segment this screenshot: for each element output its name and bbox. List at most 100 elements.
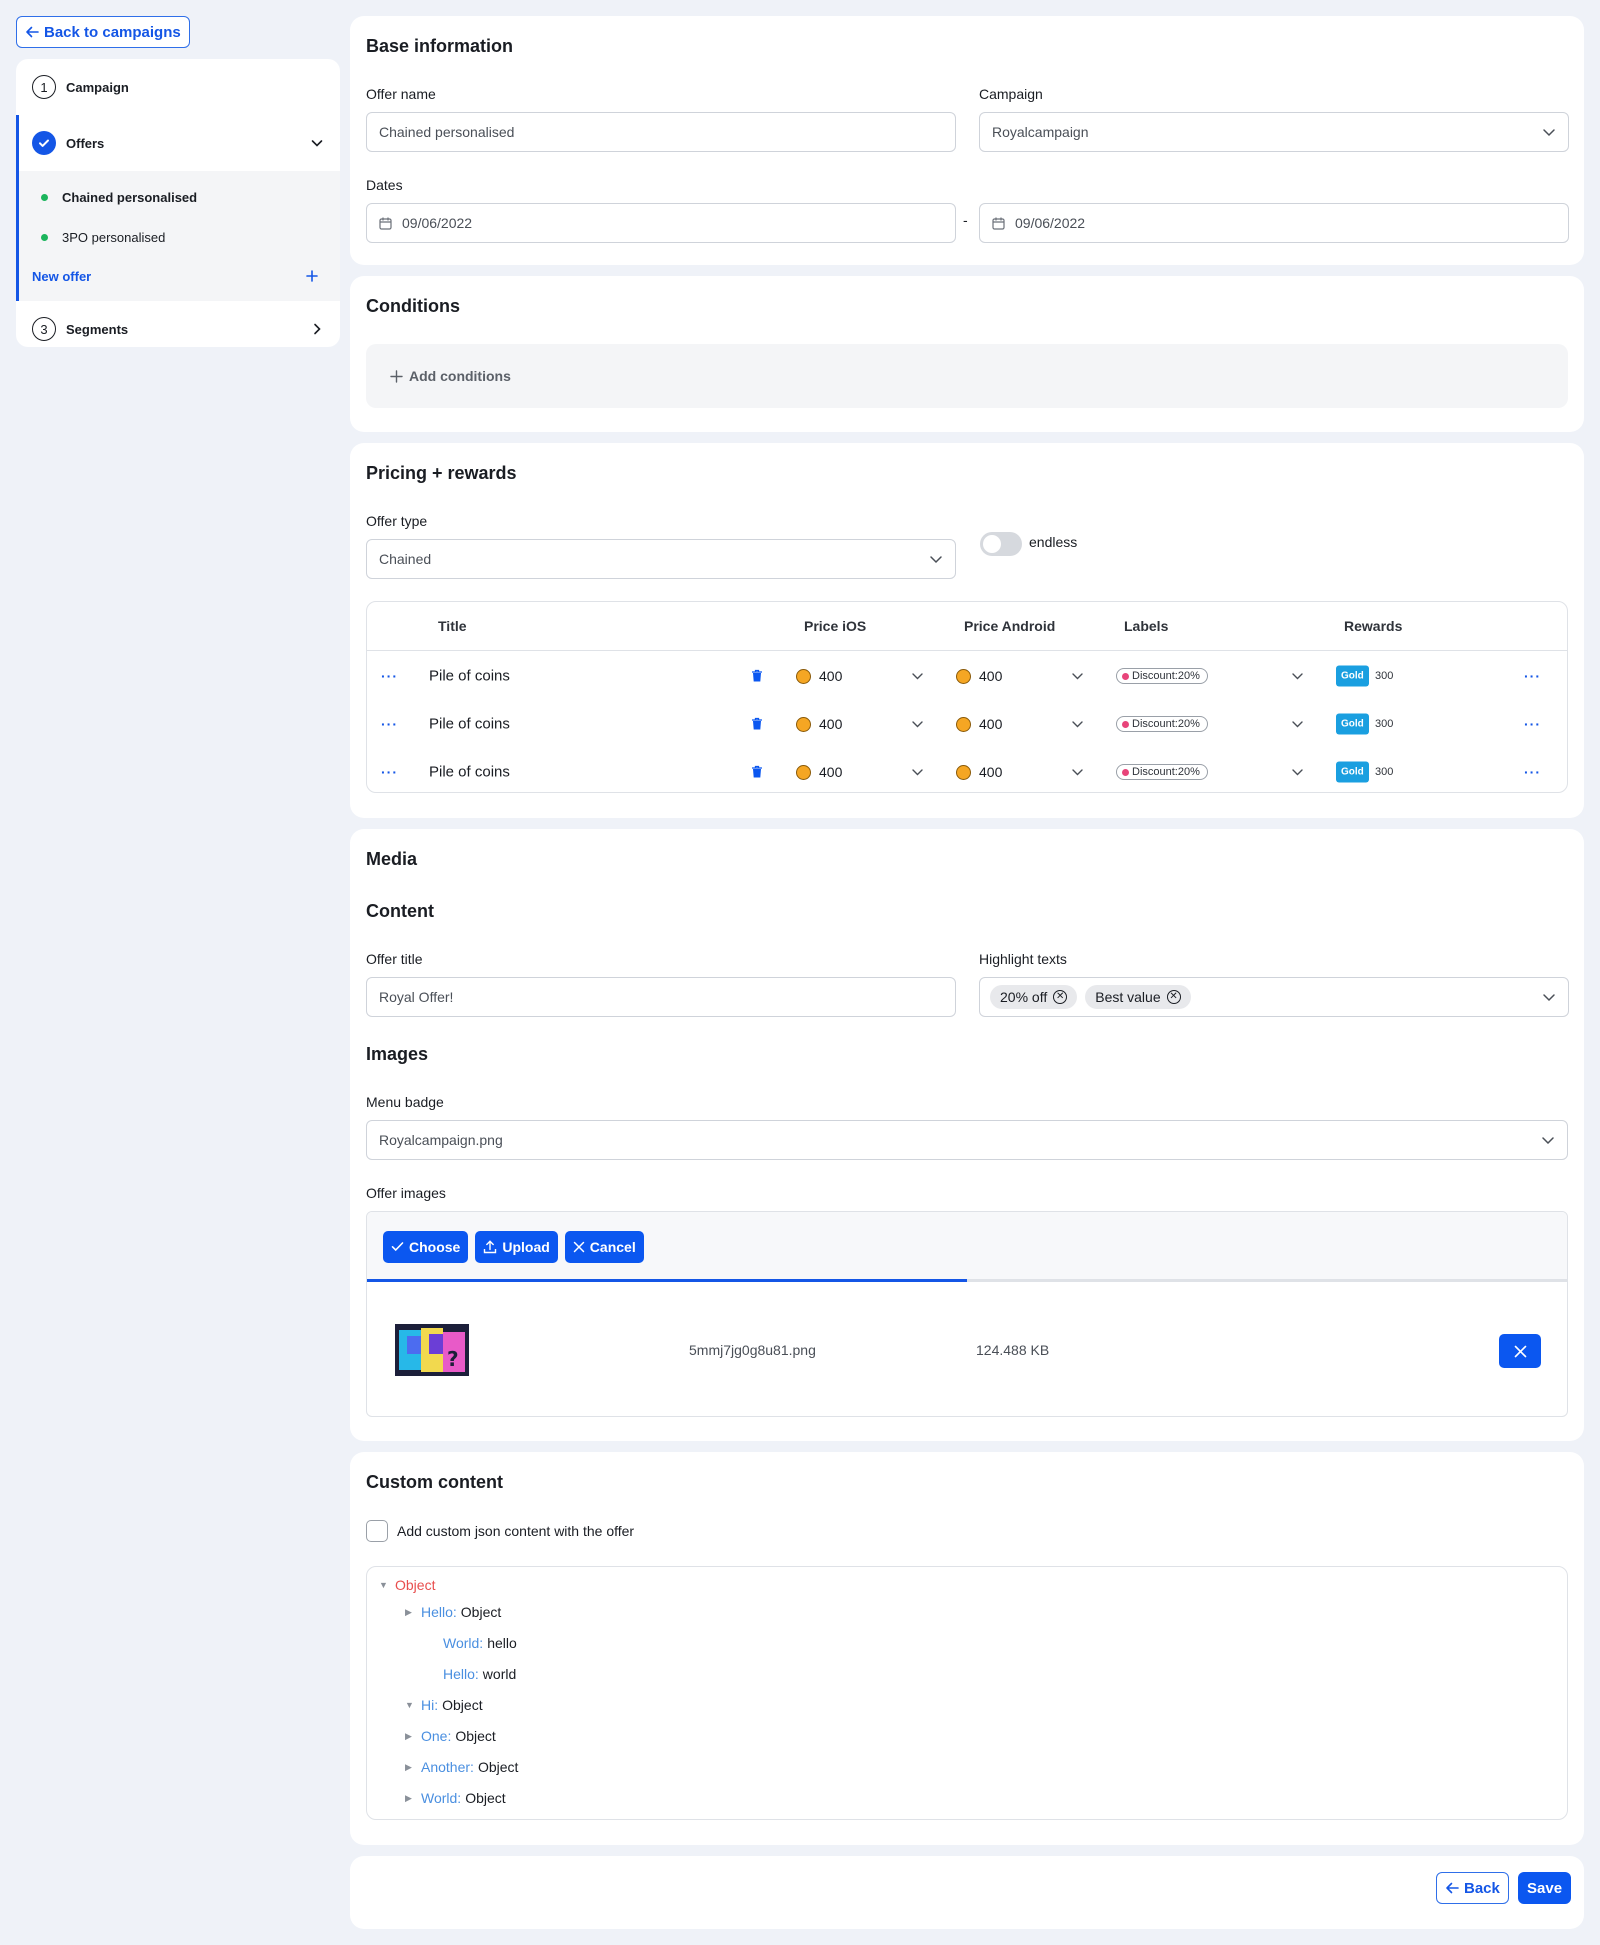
file-thumbnail: ? bbox=[395, 1324, 469, 1376]
caret-right-icon: ▶ bbox=[405, 1792, 412, 1803]
step-campaign[interactable]: 1 Campaign bbox=[16, 59, 340, 115]
label-chip: Discount:20% bbox=[1116, 764, 1208, 780]
back-to-campaigns-link[interactable]: Back to campaigns bbox=[16, 16, 190, 48]
file-size: 124.488 KB bbox=[976, 1342, 1050, 1358]
offer-title-input[interactable]: Royal Offer! bbox=[366, 977, 956, 1017]
offer-name-input[interactable]: Chained personalised bbox=[366, 112, 956, 152]
offer-title-value: Royal Offer! bbox=[379, 989, 454, 1005]
close-icon bbox=[573, 1241, 585, 1252]
json-tree-root[interactable]: ▼ Object bbox=[379, 1577, 435, 1593]
highlight-chip-text: Best value bbox=[1095, 989, 1161, 1005]
column-header-price-ios: Price iOS bbox=[804, 618, 867, 634]
chevron-down-icon[interactable] bbox=[1291, 670, 1304, 683]
plus-icon bbox=[390, 369, 403, 383]
wizard-sidebar: 1 Campaign Offers Chained personalised 3… bbox=[16, 59, 340, 347]
custom-json-checkbox[interactable] bbox=[366, 1520, 388, 1542]
caret-down-icon: ▼ bbox=[405, 1700, 414, 1710]
drag-menu-icon[interactable]: ··· bbox=[381, 764, 398, 780]
json-key: One: bbox=[421, 1728, 452, 1744]
date-to-input[interactable]: 09/06/2022 bbox=[979, 203, 1569, 243]
coin-icon bbox=[796, 668, 811, 684]
chevron-down-icon[interactable] bbox=[1291, 718, 1304, 731]
chevron-down-icon[interactable] bbox=[911, 718, 924, 731]
dates-label: Dates bbox=[366, 177, 403, 193]
table-row: ··· Pile of coins 400 400 Discount:20% G… bbox=[367, 652, 1567, 700]
column-header-title: Title bbox=[438, 618, 467, 634]
json-tree-node[interactable]: ▼ Hi: Object bbox=[405, 1697, 483, 1713]
step-label: Offers bbox=[66, 135, 105, 151]
highlight-texts-label: Highlight texts bbox=[979, 951, 1067, 967]
price-ios: 400 bbox=[796, 716, 842, 732]
json-tree-node[interactable]: ▶ Hello: Object bbox=[405, 1604, 501, 1620]
chevron-down-icon[interactable] bbox=[1291, 766, 1304, 779]
reward-amount: 300 bbox=[1375, 766, 1394, 778]
arrow-left-icon bbox=[26, 26, 39, 38]
add-conditions-button[interactable]: Add conditions bbox=[366, 344, 1568, 408]
chevron-down-icon bbox=[1543, 994, 1555, 1002]
column-header-rewards: Rewards bbox=[1344, 618, 1403, 634]
json-value: Object bbox=[465, 1790, 506, 1806]
new-offer-button[interactable]: New offer bbox=[19, 257, 340, 295]
drag-menu-icon[interactable]: ··· bbox=[381, 668, 398, 684]
highlight-chip: Best value ✕ bbox=[1085, 985, 1191, 1009]
offer-list: Chained personalised 3PO personalised Ne… bbox=[19, 171, 340, 301]
offer-images-uploader: Choose Upload Cancel ? 5mmj7jg0g8u81.png… bbox=[366, 1211, 1568, 1417]
json-tree-node[interactable]: ▶ One: Object bbox=[405, 1728, 496, 1744]
date-from-input[interactable]: 09/06/2022 bbox=[366, 203, 956, 243]
arrow-left-icon bbox=[1446, 1882, 1459, 1894]
offer-item-3po-personalised[interactable]: 3PO personalised bbox=[19, 217, 340, 257]
step-offers[interactable]: Offers bbox=[19, 115, 340, 171]
svg-text:?: ? bbox=[447, 1347, 459, 1371]
campaign-select[interactable]: Royalcampaign bbox=[979, 112, 1569, 152]
trash-icon[interactable] bbox=[751, 669, 763, 683]
images-subtitle: Images bbox=[366, 1044, 429, 1064]
circle-x-icon[interactable]: ✕ bbox=[1166, 990, 1181, 1004]
save-button-label: Save bbox=[1527, 1879, 1563, 1897]
chevron-down-icon[interactable] bbox=[1071, 766, 1084, 779]
cancel-button[interactable]: Cancel bbox=[564, 1230, 644, 1263]
offer-item-chained-personalised[interactable]: Chained personalised bbox=[19, 177, 340, 217]
back-to-campaigns-label: Back to campaigns bbox=[44, 23, 181, 41]
menu-badge-label: Menu badge bbox=[366, 1094, 444, 1110]
drag-menu-icon[interactable]: ··· bbox=[381, 716, 398, 732]
upload-button[interactable]: Upload bbox=[475, 1230, 558, 1263]
circle-x-icon[interactable]: ✕ bbox=[1053, 990, 1068, 1004]
chevron-down-icon bbox=[1542, 1137, 1554, 1145]
save-button[interactable]: Save bbox=[1518, 1872, 1572, 1904]
table-row: ··· Pile of coins 400 400 Discount:20% G… bbox=[367, 700, 1567, 748]
step-label: Campaign bbox=[66, 79, 129, 95]
column-header-labels: Labels bbox=[1124, 618, 1169, 634]
trash-icon[interactable] bbox=[751, 765, 763, 779]
offers-step-block: Offers Chained personalised 3PO personal… bbox=[16, 115, 340, 301]
chevron-down-icon[interactable] bbox=[911, 670, 924, 683]
remove-file-button[interactable] bbox=[1499, 1334, 1541, 1368]
chevron-down-icon[interactable] bbox=[310, 136, 324, 150]
json-value: world bbox=[482, 1666, 517, 1682]
row-menu-icon[interactable]: ··· bbox=[1524, 668, 1541, 684]
date-to-value: 09/06/2022 bbox=[1015, 215, 1086, 231]
chevron-down-icon[interactable] bbox=[1071, 670, 1084, 683]
reward-amount: 300 bbox=[1375, 670, 1394, 682]
chevron-down-icon[interactable] bbox=[911, 766, 924, 779]
chevron-down-icon[interactable] bbox=[1071, 718, 1084, 731]
caret-down-icon: ▼ bbox=[379, 1580, 388, 1590]
price-android: 400 bbox=[956, 764, 1002, 780]
caret-right-icon: ▶ bbox=[405, 1730, 412, 1741]
json-value: hello bbox=[487, 1635, 517, 1651]
row-menu-icon[interactable]: ··· bbox=[1524, 716, 1541, 732]
back-button[interactable]: Back bbox=[1436, 1872, 1509, 1904]
row-menu-icon[interactable]: ··· bbox=[1524, 764, 1541, 780]
highlight-chip: 20% off ✕ bbox=[990, 985, 1078, 1009]
offer-name-value: Chained personalised bbox=[379, 124, 515, 140]
price-android: 400 bbox=[956, 716, 1002, 732]
json-tree-node[interactable]: ▶ World: Object bbox=[405, 1790, 506, 1806]
endless-toggle[interactable] bbox=[980, 532, 1022, 556]
highlight-texts-select[interactable]: 20% off ✕ Best value ✕ bbox=[979, 977, 1569, 1017]
trash-icon[interactable] bbox=[751, 717, 763, 731]
choose-label: Choose bbox=[409, 1238, 461, 1255]
choose-button[interactable]: Choose bbox=[383, 1230, 469, 1263]
offer-type-select[interactable]: Chained bbox=[366, 539, 956, 579]
step-segments[interactable]: 3 Segments bbox=[16, 301, 340, 347]
json-tree-node[interactable]: ▶ Another: Object bbox=[405, 1759, 518, 1775]
menu-badge-select[interactable]: Royalcampaign.png bbox=[366, 1120, 1568, 1160]
